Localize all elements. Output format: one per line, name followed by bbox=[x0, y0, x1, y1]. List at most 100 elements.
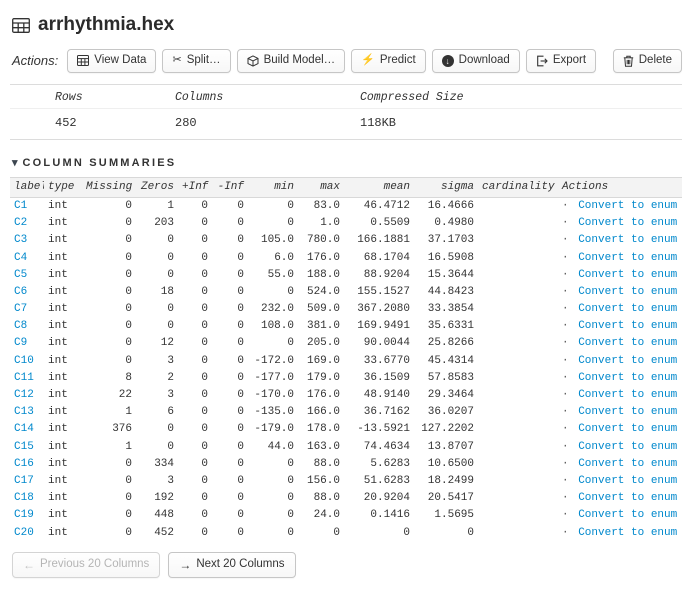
cell-cardinality bbox=[478, 439, 558, 456]
col-header-mean: mean bbox=[344, 176, 414, 198]
cell-sigma: 25.8266 bbox=[427, 337, 474, 350]
convert-to-enum-link[interactable]: Convert to enum bbox=[578, 286, 677, 298]
convert-to-enum-link[interactable]: Convert to enum bbox=[578, 492, 677, 504]
column-label-link[interactable]: C3 bbox=[14, 234, 27, 246]
view-data-button[interactable]: View Data bbox=[67, 49, 157, 73]
cell-zeros: 0 bbox=[167, 268, 174, 281]
table-row: C12 int 22 3 0 0 -170.0 176.0 48.9140 29… bbox=[10, 387, 682, 404]
predict-button[interactable]: ⚡ Predict bbox=[351, 49, 426, 73]
column-label-link[interactable]: C19 bbox=[14, 509, 34, 521]
column-label-link[interactable]: C7 bbox=[14, 303, 27, 315]
cell-sigma: 0.4980 bbox=[434, 217, 474, 230]
convert-to-enum-link[interactable]: Convert to enum bbox=[578, 234, 677, 246]
cell-pinf: 0 bbox=[201, 474, 208, 487]
column-label-link[interactable]: C8 bbox=[14, 320, 27, 332]
cell-zeros: 448 bbox=[154, 509, 174, 522]
column-label-link[interactable]: C6 bbox=[14, 286, 27, 298]
convert-to-enum-link[interactable]: Convert to enum bbox=[578, 423, 677, 435]
cell-sigma: 15.3644 bbox=[427, 268, 474, 281]
cell-min: 0 bbox=[287, 509, 294, 522]
cell-sigma: 57.8583 bbox=[427, 371, 474, 384]
cell-sigma: 16.5908 bbox=[427, 251, 474, 264]
convert-to-enum-link[interactable]: Convert to enum bbox=[578, 320, 677, 332]
build-model-button[interactable]: Build Model… bbox=[236, 49, 346, 73]
column-label-link[interactable]: C20 bbox=[14, 527, 34, 539]
convert-to-enum-link[interactable]: Convert to enum bbox=[578, 355, 677, 367]
cell-max: 163.0 bbox=[306, 440, 340, 453]
column-label-link[interactable]: C17 bbox=[14, 475, 34, 487]
column-summaries-section-toggle[interactable]: ▾ COLUMN SUMMARIES bbox=[12, 156, 682, 169]
cell-min: -170.0 bbox=[254, 389, 294, 402]
column-label-link[interactable]: C1 bbox=[14, 200, 27, 212]
cell-pinf: 0 bbox=[201, 320, 208, 333]
convert-to-enum-link[interactable]: Convert to enum bbox=[578, 252, 677, 264]
cell-mean: 48.9140 bbox=[363, 389, 410, 402]
action-separator: · bbox=[562, 509, 576, 522]
column-label-link[interactable]: C15 bbox=[14, 441, 34, 453]
convert-to-enum-link[interactable]: Convert to enum bbox=[578, 389, 677, 401]
action-separator: · bbox=[562, 320, 576, 333]
table-row: C9 int 0 12 0 0 0 205.0 90.0044 25.8266 … bbox=[10, 335, 682, 352]
cell-type: int bbox=[48, 199, 68, 212]
split-button[interactable]: ✂ Split… bbox=[162, 49, 231, 73]
convert-to-enum-link[interactable]: Convert to enum bbox=[578, 441, 677, 453]
table-row: C19 int 0 448 0 0 0 24.0 0.1416 1.5695 ·… bbox=[10, 507, 682, 524]
column-label-link[interactable]: C13 bbox=[14, 406, 34, 418]
table-row: C8 int 0 0 0 0 108.0 381.0 169.9491 35.6… bbox=[10, 318, 682, 335]
column-label-link[interactable]: C18 bbox=[14, 492, 34, 504]
convert-to-enum-link[interactable]: Convert to enum bbox=[578, 269, 677, 281]
column-label-link[interactable]: C12 bbox=[14, 389, 34, 401]
convert-to-enum-link[interactable]: Convert to enum bbox=[578, 509, 677, 521]
export-button[interactable]: Export bbox=[525, 49, 597, 73]
cell-cardinality bbox=[478, 267, 558, 284]
column-label-link[interactable]: C10 bbox=[14, 355, 34, 367]
cell-pinf: 0 bbox=[201, 199, 208, 212]
cell-missing: 376 bbox=[112, 423, 132, 436]
cell-type: int bbox=[48, 423, 68, 436]
convert-to-enum-link[interactable]: Convert to enum bbox=[578, 527, 677, 539]
action-separator: · bbox=[562, 457, 576, 470]
cell-zeros: 0 bbox=[167, 234, 174, 247]
cell-cardinality bbox=[478, 197, 558, 215]
cell-sigma: 10.6500 bbox=[427, 457, 474, 470]
cell-type: int bbox=[48, 474, 68, 487]
column-label-link[interactable]: C14 bbox=[14, 423, 34, 435]
page-title: arrhythmia.hex bbox=[38, 14, 175, 35]
cell-mean: 68.1704 bbox=[363, 251, 410, 264]
cell-ninf: 0 bbox=[237, 199, 244, 212]
col-header-actions: Actions bbox=[558, 176, 682, 198]
cell-mean: 20.9204 bbox=[363, 492, 410, 505]
column-label-link[interactable]: C4 bbox=[14, 252, 27, 264]
cell-sigma: 45.4314 bbox=[427, 354, 474, 367]
column-label-link[interactable]: C5 bbox=[14, 269, 27, 281]
cell-type: int bbox=[48, 389, 68, 402]
cell-mean: 367.2080 bbox=[357, 303, 410, 316]
column-label-link[interactable]: C2 bbox=[14, 217, 27, 229]
column-label-link[interactable]: C9 bbox=[14, 337, 27, 349]
convert-to-enum-link[interactable]: Convert to enum bbox=[578, 217, 677, 229]
table-row: C3 int 0 0 0 0 105.0 780.0 166.1881 37.1… bbox=[10, 232, 682, 249]
convert-to-enum-link[interactable]: Convert to enum bbox=[578, 303, 677, 315]
cell-ninf: 0 bbox=[237, 440, 244, 453]
cell-min: 0 bbox=[287, 526, 294, 539]
convert-to-enum-link[interactable]: Convert to enum bbox=[578, 406, 677, 418]
table-row: C11 int 8 2 0 0 -177.0 179.0 36.1509 57.… bbox=[10, 370, 682, 387]
cell-mean: 33.6770 bbox=[363, 354, 410, 367]
cell-type: int bbox=[48, 406, 68, 419]
col-header-cardinality: cardinality bbox=[478, 176, 558, 198]
convert-to-enum-link[interactable]: Convert to enum bbox=[578, 200, 677, 212]
convert-to-enum-link[interactable]: Convert to enum bbox=[578, 475, 677, 487]
cell-pinf: 0 bbox=[201, 509, 208, 522]
convert-to-enum-link[interactable]: Convert to enum bbox=[578, 337, 677, 349]
cell-pinf: 0 bbox=[201, 217, 208, 230]
column-label-link[interactable]: C11 bbox=[14, 372, 34, 384]
table-row: C5 int 0 0 0 0 55.0 188.0 88.9204 15.364… bbox=[10, 267, 682, 284]
download-button[interactable]: ↓ Download bbox=[431, 49, 520, 73]
delete-button[interactable]: Delete bbox=[612, 49, 682, 73]
cell-type: int bbox=[48, 285, 68, 298]
cell-missing: 0 bbox=[125, 320, 132, 333]
action-separator: · bbox=[562, 371, 576, 384]
convert-to-enum-link[interactable]: Convert to enum bbox=[578, 458, 677, 470]
convert-to-enum-link[interactable]: Convert to enum bbox=[578, 372, 677, 384]
column-label-link[interactable]: C16 bbox=[14, 458, 34, 470]
